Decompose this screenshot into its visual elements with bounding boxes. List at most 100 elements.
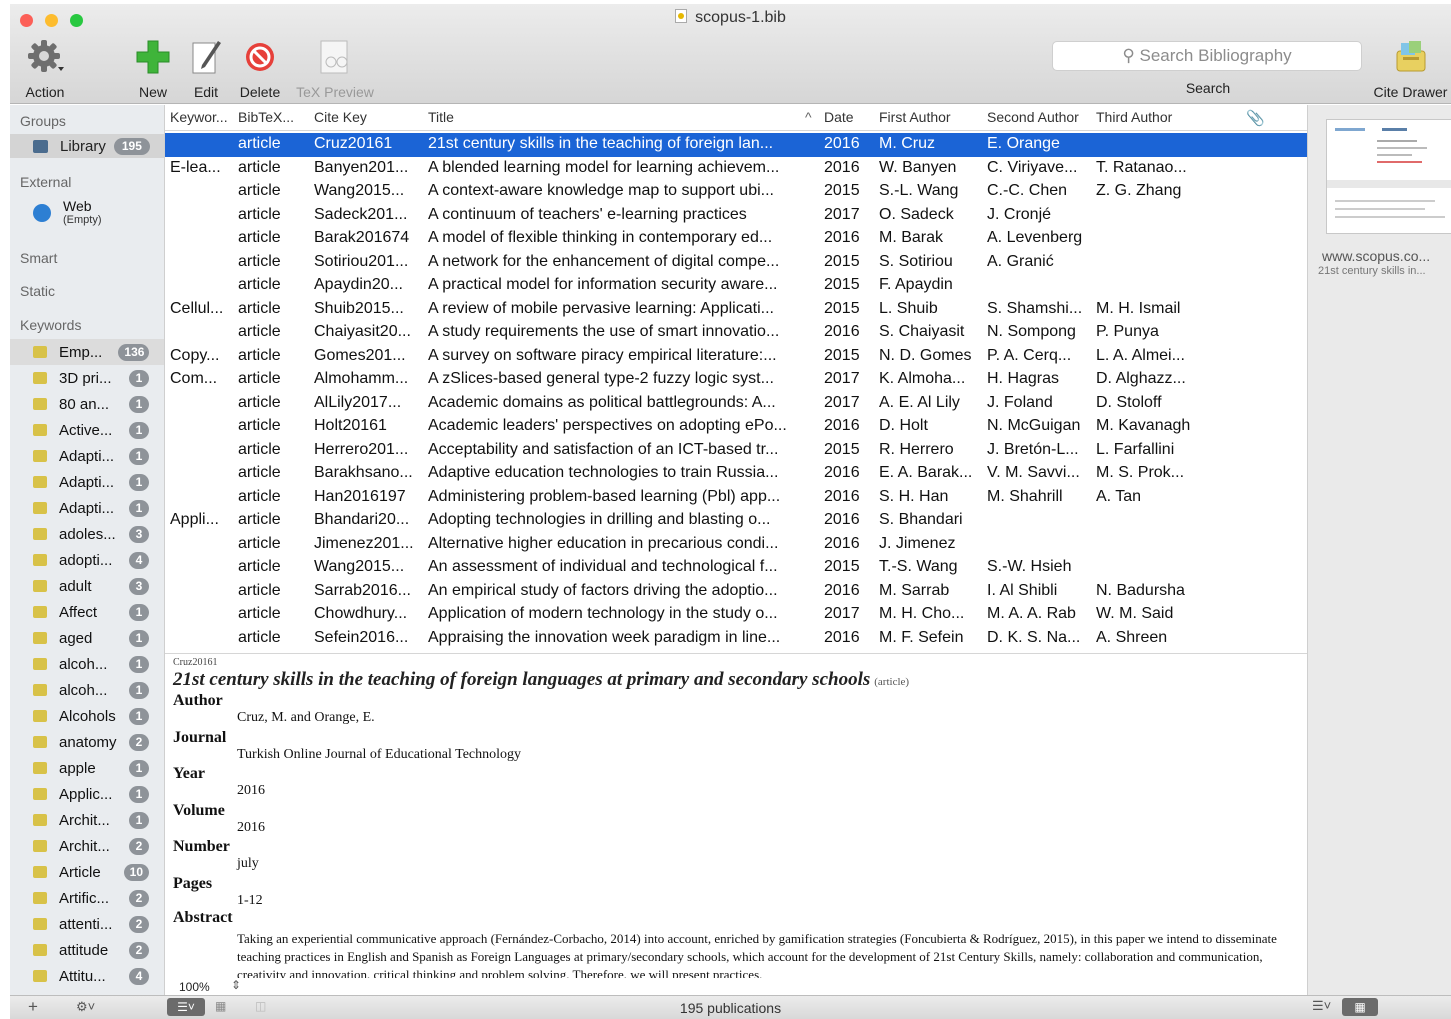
file-url: www.scopus.co... [1322, 248, 1431, 264]
sidebar-item-keyword[interactable]: 3D pri... 1 [10, 365, 164, 391]
field-label: Number [173, 838, 230, 856]
sidebar-item-keyword[interactable]: Alcohols 1 [10, 703, 164, 729]
sidebar-item-keyword[interactable]: adoles... 3 [10, 521, 164, 547]
document-thumbnail[interactable] [1326, 119, 1451, 234]
table-row[interactable]: article Herrero201... Acceptability and sa… [165, 439, 1307, 463]
file-grid-view-button[interactable]: ▦ [1342, 998, 1378, 1016]
table-row[interactable]: article Jimenez201... Alternative higher e… [165, 533, 1307, 557]
sidebar-item-keyword[interactable]: alcoh... 1 [10, 651, 164, 677]
sidebar-item-keyword[interactable]: Applic... 1 [10, 781, 164, 807]
table-row[interactable]: article Holt20161 Academic leaders' perspe… [165, 415, 1307, 439]
sidebar-item-keyword[interactable]: apple 1 [10, 755, 164, 781]
field-value: 2016 [237, 819, 265, 835]
col-first-author-header[interactable]: First Author [879, 109, 984, 125]
col-second-author-header[interactable]: Second Author [987, 109, 1095, 125]
delete-button[interactable]: Delete [234, 34, 286, 100]
detail-type: (article) [874, 676, 910, 688]
new-button[interactable]: New [131, 34, 175, 100]
cell-type: article [238, 558, 281, 575]
table-row[interactable]: article Wang2015... A context-aware knowle… [165, 180, 1307, 204]
tex-preview-button[interactable]: TeX Preview [290, 34, 380, 100]
sidebar-item-keyword[interactable]: Active... 1 [10, 417, 164, 443]
sidebar-item-keyword[interactable]: adult 3 [10, 573, 164, 599]
sidebar-item-keyword[interactable]: Archit... 2 [10, 833, 164, 859]
sidebar-item-keyword[interactable]: Adapti... 1 [10, 495, 164, 521]
cell-key: Shuib2015... [314, 299, 404, 317]
keyword-count-badge: 3 [129, 525, 149, 543]
sidebar-item-keyword[interactable]: alcoh... 1 [10, 677, 164, 703]
abstract-label: Abstract [173, 909, 233, 926]
table-row[interactable]: article Han2016197 Administering problem-b… [165, 486, 1307, 510]
field-value: july [237, 856, 259, 872]
table-row[interactable]: article Sadeck201... A continuum of teache… [165, 204, 1307, 228]
sidebar-item-keyword[interactable]: Adapti... 1 [10, 443, 164, 469]
col-title-header[interactable]: Title [428, 109, 808, 125]
table-row[interactable]: Appli... article Bhandari20... Adopting tec… [165, 509, 1307, 533]
sidebar-item-keyword[interactable]: Artific... 2 [10, 885, 164, 911]
cell-kw: E-lea... [170, 158, 221, 176]
field-value: 1-12 [237, 893, 263, 908]
sidebar-item-web[interactable]: Web (Empty) [10, 196, 164, 230]
cell-type: article [238, 464, 281, 481]
sidebar-item-keyword[interactable]: adopti... 4 [10, 547, 164, 573]
action-button[interactable]: Action [15, 34, 75, 100]
cell-a2: S.-W. Hsieh [987, 558, 1072, 575]
keyword-count-badge: 1 [129, 447, 149, 465]
sidebar-item-keyword[interactable]: 80 an... 1 [10, 391, 164, 417]
cell-a3: T. Ratanao... [1096, 158, 1187, 176]
table-row[interactable]: article Sefein2016... Appraising the innov… [165, 627, 1307, 651]
cite-drawer-button[interactable]: Cite Drawer [1370, 34, 1451, 100]
sidebar-item-keyword[interactable]: Adapti... 1 [10, 469, 164, 495]
zoom-level[interactable]: 100% [179, 980, 210, 994]
edit-button[interactable]: Edit [186, 34, 226, 100]
sidebar-item-keyword[interactable]: Attitu... 4 [10, 963, 164, 989]
sidebar-item-keyword[interactable]: Article 10 [10, 859, 164, 885]
cell-a3: P. Punya [1096, 323, 1159, 340]
folder-icon [33, 502, 47, 514]
cell-title: Academic domains as political battlegrou… [428, 393, 776, 411]
detail-title: 21st century skills in the teaching of f… [173, 669, 871, 690]
gear-icon [15, 34, 75, 80]
cell-a2: C.-C. Chen [987, 182, 1068, 199]
table-row[interactable]: Copy... article Gomes201... A survey on sof… [165, 345, 1307, 369]
table-row[interactable]: Com... article Almohamm... A zSlices-based … [165, 368, 1307, 392]
table-row[interactable]: E-lea... article Banyen201... A blended lea… [165, 157, 1307, 181]
detail-cite-key: Cruz20161 [173, 657, 218, 668]
sidebar-item-keyword[interactable]: attenti... 2 [10, 911, 164, 937]
sidebar-item-keyword[interactable]: Archit... 1 [10, 807, 164, 833]
file-list-view-icon[interactable]: ☰˅ [1312, 998, 1331, 1014]
sidebar-item-keyword[interactable]: anatomy 2 [10, 729, 164, 755]
field-value: 2016 [237, 783, 265, 799]
sidebar-item-library[interactable]: Library 195 [10, 134, 164, 158]
table-row[interactable]: article Barakhsano... Adaptive education t… [165, 462, 1307, 486]
file-subtitle: 21st century skills in... [1318, 265, 1426, 277]
col-citekey-header[interactable]: Cite Key [314, 109, 424, 125]
table-row[interactable]: article Apaydin20... A practical model for… [165, 274, 1307, 298]
table-row[interactable]: Cellul... article Shuib2015... A review of … [165, 298, 1307, 322]
sidebar-item-keyword[interactable]: aged 1 [10, 625, 164, 651]
table-row[interactable]: article Barak201674 A model of flexible th… [165, 227, 1307, 251]
zoom-stepper-icon[interactable]: ⇕ [231, 978, 241, 992]
search-input[interactable]: ⚲ Search Bibliography [1052, 41, 1362, 71]
cell-key: Banyen201... [314, 158, 409, 176]
sidebar-item-keyword[interactable]: Affect 1 [10, 599, 164, 625]
table-header: Keywor... BibTeX... Cite Key Title ^ Dat… [165, 105, 1307, 131]
field-label: Pages [173, 875, 213, 892]
col-date-header[interactable]: Date [824, 109, 874, 125]
table-row[interactable]: article Chaiyasit20... A study requirement… [165, 321, 1307, 345]
table-row[interactable]: article Cruz20161 21st century skills in t… [165, 133, 1307, 157]
table-row[interactable]: article Sarrab2016... An empirical study o… [165, 580, 1307, 604]
col-keywords-header[interactable]: Keywor... [170, 109, 235, 125]
folder-icon [33, 684, 47, 696]
sidebar-item-keyword[interactable]: Emp... 136 [10, 339, 164, 365]
sidebar-item-keyword[interactable]: attitude 2 [10, 937, 164, 963]
table-row[interactable]: article Chowdhury... Application of modern… [165, 603, 1307, 627]
cell-type: article [238, 252, 281, 270]
table-row[interactable]: article AlLily2017... Academic domains as … [165, 392, 1307, 416]
table-row[interactable]: article Wang2015... An assessment of indiv… [165, 556, 1307, 580]
col-bibtex-header[interactable]: BibTeX... [238, 109, 308, 125]
paperclip-icon[interactable]: 📎 [1246, 109, 1265, 127]
col-third-author-header[interactable]: Third Author [1096, 109, 1206, 125]
smart-header: Smart [20, 250, 58, 266]
table-row[interactable]: article Sotiriou201... A network for the e… [165, 251, 1307, 275]
